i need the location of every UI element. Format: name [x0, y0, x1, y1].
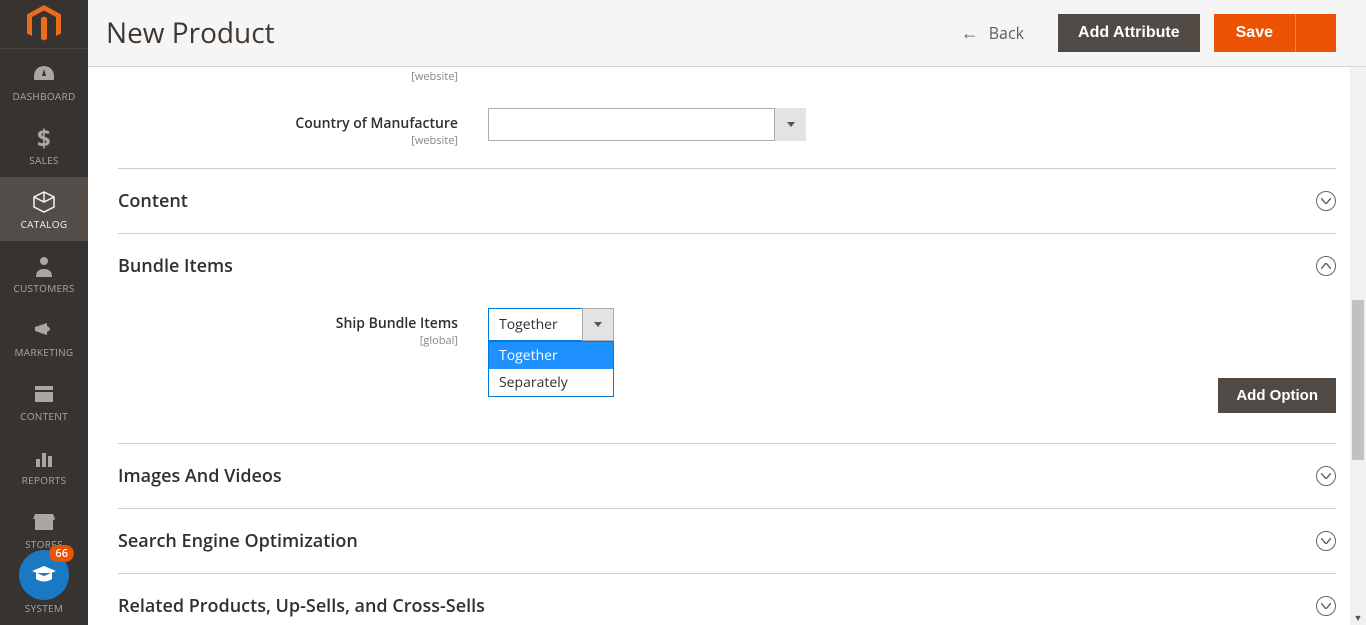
- ship-bundle-row: Ship Bundle Items global Together Togeth…: [118, 288, 1336, 378]
- save-button[interactable]: Save: [1214, 14, 1295, 52]
- nav-reports[interactable]: REPORTS: [0, 433, 88, 497]
- header-actions: ← Back Add Attribute Save: [961, 14, 1336, 52]
- megaphone-icon: [33, 317, 55, 343]
- page-scrollbar[interactable]: ▲ ▼: [1350, 0, 1366, 625]
- field-label-wrap: Country of Manufacture website: [118, 108, 488, 148]
- nav-label: CUSTOMERS: [13, 281, 74, 295]
- storefront-icon: [33, 509, 55, 535]
- help-bubble[interactable]: 66: [19, 550, 69, 600]
- section-title: Content: [118, 189, 188, 213]
- add-attribute-button[interactable]: Add Attribute: [1058, 14, 1200, 52]
- save-dropdown-toggle[interactable]: [1295, 14, 1336, 52]
- nav-sales[interactable]: $ SALES: [0, 113, 88, 177]
- section-title: Bundle Items: [118, 254, 233, 278]
- graduation-cap-icon: [31, 562, 57, 588]
- nav-label: CONTENT: [20, 409, 68, 423]
- chevron-down-icon: [1321, 473, 1331, 479]
- country-of-manufacture-row: Country of Manufacture website: [88, 84, 1366, 168]
- ship-bundle-dropdown: Together Separately: [488, 341, 614, 397]
- form-content: website Country of Manufacture website: [88, 67, 1366, 625]
- dropdown-option-separately[interactable]: Separately: [489, 369, 613, 396]
- ship-bundle-select[interactable]: Together Together Separately: [488, 308, 614, 341]
- add-option-button[interactable]: Add Option: [1218, 378, 1336, 413]
- save-button-group: Save: [1214, 14, 1336, 52]
- nav-label: MARKETING: [15, 345, 74, 359]
- help-badge-count: 66: [49, 545, 74, 562]
- nav-dashboard[interactable]: DASHBOARD: [0, 49, 88, 113]
- section-images-header[interactable]: Images And Videos: [88, 444, 1366, 508]
- nav-label: SALES: [29, 153, 59, 167]
- section-content-header[interactable]: Content: [88, 169, 1366, 233]
- country-select[interactable]: [488, 108, 806, 141]
- layout-icon: [34, 381, 54, 407]
- page-header: New Product ← Back Add Attribute Save: [88, 0, 1366, 67]
- person-icon: [35, 253, 53, 279]
- chevron-up-icon: [1321, 263, 1331, 269]
- collapse-toggle[interactable]: [1316, 466, 1336, 486]
- field-scope: global: [118, 333, 458, 348]
- section-bundle-header[interactable]: Bundle Items: [88, 234, 1366, 288]
- main-content: New Product ← Back Add Attribute Save we…: [88, 0, 1366, 625]
- field-label-wrap: Ship Bundle Items global: [118, 308, 488, 348]
- nav-label: REPORTS: [22, 473, 67, 487]
- scroll-down-arrow[interactable]: ▼: [1350, 609, 1366, 625]
- chevron-down-icon: [594, 322, 602, 327]
- field-control: [488, 108, 1336, 146]
- scope-label: website: [118, 69, 488, 84]
- bars-icon: [34, 445, 54, 471]
- section-title: Related Products, Up-Sells, and Cross-Se…: [118, 594, 485, 618]
- magento-logo-icon: [27, 5, 61, 43]
- magento-logo[interactable]: [0, 0, 88, 49]
- nav-customers[interactable]: CUSTOMERS: [0, 241, 88, 305]
- collapse-toggle[interactable]: [1316, 531, 1336, 551]
- select-toggle[interactable]: [774, 108, 806, 141]
- field-label: Country of Manufacture: [295, 114, 458, 133]
- chevron-down-icon: [1321, 603, 1331, 609]
- section-title: Images And Videos: [118, 464, 282, 488]
- select-toggle[interactable]: [582, 308, 614, 341]
- page-title: New Product: [106, 14, 275, 52]
- box-icon: [33, 189, 55, 215]
- scroll-thumb[interactable]: [1352, 300, 1364, 460]
- dropdown-option-together[interactable]: Together: [489, 342, 613, 369]
- section-seo-header[interactable]: Search Engine Optimization: [88, 509, 1366, 573]
- chevron-down-icon: [1321, 538, 1331, 544]
- nav-label: SYSTEM: [25, 601, 63, 615]
- chevron-down-icon: [1321, 198, 1331, 204]
- field-scope: website: [118, 133, 458, 148]
- collapse-toggle[interactable]: [1316, 191, 1336, 211]
- dollar-icon: $: [37, 125, 51, 151]
- nav-content[interactable]: CONTENT: [0, 369, 88, 433]
- select-display[interactable]: [488, 108, 806, 141]
- collapse-toggle[interactable]: [1316, 256, 1336, 276]
- previous-field-scope-row: website: [88, 67, 1366, 84]
- add-option-row: Add Option: [118, 378, 1336, 413]
- dashboard-icon: [32, 61, 56, 87]
- nav-label: DASHBOARD: [12, 89, 75, 103]
- collapse-toggle[interactable]: [1316, 596, 1336, 616]
- nav-label: CATALOG: [21, 217, 68, 231]
- nav-catalog[interactable]: CATALOG: [0, 177, 88, 241]
- back-label: Back: [989, 22, 1024, 44]
- section-title: Search Engine Optimization: [118, 529, 358, 553]
- arrow-left-icon: ←: [961, 21, 979, 45]
- back-button[interactable]: ← Back: [961, 21, 1024, 45]
- nav-marketing[interactable]: MARKETING: [0, 305, 88, 369]
- chevron-down-icon: [787, 122, 795, 127]
- section-related-header[interactable]: Related Products, Up-Sells, and Cross-Se…: [88, 574, 1366, 625]
- admin-sidebar: DASHBOARD $ SALES CATALOG CUSTOMERS MARK…: [0, 0, 88, 625]
- field-label: Ship Bundle Items: [336, 314, 458, 333]
- bundle-body: Ship Bundle Items global Together Togeth…: [88, 288, 1366, 443]
- field-control: Together Together Separately: [488, 308, 1336, 341]
